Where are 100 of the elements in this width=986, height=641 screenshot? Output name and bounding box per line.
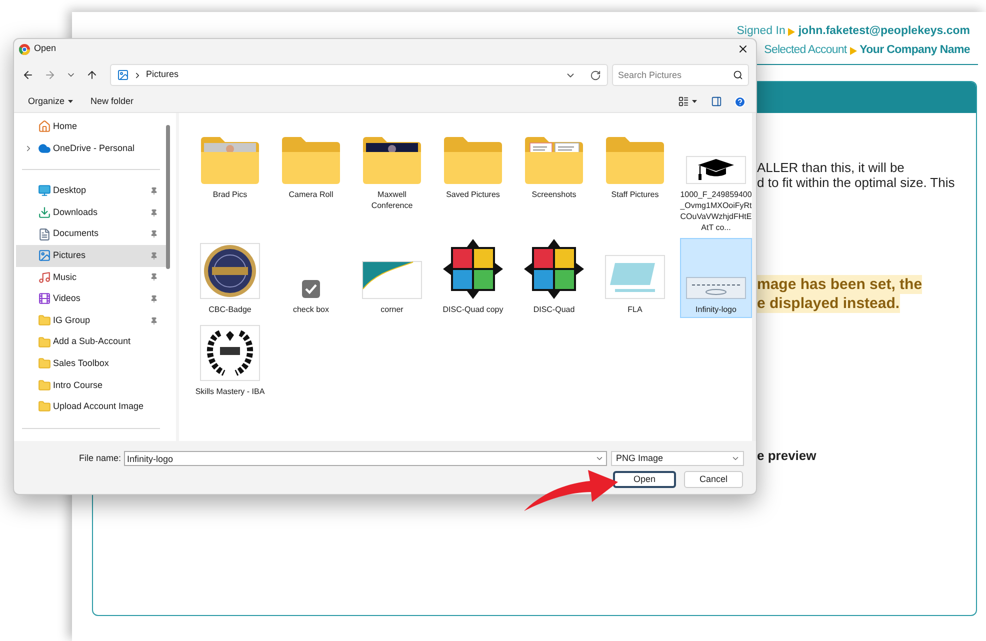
nav-item[interactable]: Documents xyxy=(16,223,166,245)
file-name: Staff Pictures xyxy=(610,189,660,200)
checkbox-icon xyxy=(301,279,321,299)
file-item[interactable]: DISC-Quad xyxy=(518,238,590,318)
file-name: DISC-Quad xyxy=(532,304,576,315)
view-icon[interactable] xyxy=(678,96,689,107)
back-icon[interactable] xyxy=(22,69,34,81)
account-name: Your Company Name xyxy=(860,43,970,58)
dialog-button[interactable]: Open xyxy=(613,471,676,488)
file-item[interactable]: corner xyxy=(356,238,428,318)
selected-account-label: Selected Account xyxy=(764,43,847,58)
nav-item[interactable]: Downloads xyxy=(16,202,166,224)
file-name: Skills Mastery - IBA xyxy=(194,386,266,397)
help-icon[interactable] xyxy=(734,96,746,108)
folder-icon xyxy=(605,136,665,184)
nav-item[interactable]: Desktop xyxy=(16,180,166,202)
pin-icon xyxy=(150,294,158,303)
card-drawing xyxy=(362,261,422,299)
file-item[interactable]: Skills Mastery - IBA xyxy=(194,320,266,400)
nav-label: Downloads xyxy=(53,206,98,219)
notice-text: mage has been set, the xyxy=(757,275,922,294)
close-icon[interactable] xyxy=(737,43,749,55)
nav-label: Sales Toolbox xyxy=(53,356,109,370)
quad-drawing xyxy=(443,239,503,299)
file-name: Camera Roll xyxy=(288,189,334,200)
file-name: 1000_F_249859400_Ovmg1MXOoiFyRtCOuVaVWzhjdFHtEAtT co... xyxy=(680,189,752,233)
folder-icon xyxy=(38,400,51,414)
file-name: Maxwell Conference xyxy=(370,189,414,211)
dialog-title: Open xyxy=(34,42,56,56)
caret-icon xyxy=(68,100,73,103)
nav-label: Desktop xyxy=(53,184,86,198)
nav-item[interactable]: IG Group xyxy=(16,310,166,332)
preview-heading: e preview xyxy=(757,448,818,463)
nav-item[interactable]: Sales Toolbox xyxy=(16,352,166,375)
file-item[interactable]: DISC-Quad copy xyxy=(437,238,509,318)
nav-label: Documents xyxy=(53,227,99,240)
nav-item[interactable]: Add a Sub-Account xyxy=(16,331,166,353)
desktop-icon xyxy=(38,184,51,198)
file-name: check box xyxy=(292,304,330,315)
file-item[interactable]: Saved Pictures xyxy=(437,123,509,236)
file-item[interactable]: Screenshots xyxy=(518,123,590,236)
file-type-select[interactable]: PNG Image xyxy=(611,451,744,466)
preview-pane-icon[interactable] xyxy=(711,96,722,107)
graduation-cap-icon xyxy=(686,156,746,184)
file-item[interactable]: Camera Roll xyxy=(275,123,347,236)
app-icon xyxy=(19,44,30,54)
nav-item[interactable]: Intro Course xyxy=(16,374,166,396)
nav-label: OneDrive - Personal xyxy=(53,142,135,155)
cloud-icon xyxy=(38,142,51,155)
nav-label: Videos xyxy=(53,292,80,306)
address-bar[interactable]: Pictures xyxy=(110,64,608,86)
notice-text: e displayed instead. xyxy=(757,294,900,313)
search-field[interactable]: Search Pictures xyxy=(612,64,749,86)
file-item[interactable]: Brad Pics xyxy=(194,123,266,236)
dropdown-icon[interactable] xyxy=(731,454,740,463)
file-item[interactable]: CBC-Badge xyxy=(194,238,266,318)
file-name-label: File name: xyxy=(78,452,122,465)
chevron-icon xyxy=(133,70,142,80)
pictures-icon xyxy=(38,249,51,262)
command-button[interactable]: Organize xyxy=(28,94,73,108)
file-name: Infinity-logo xyxy=(694,304,738,315)
folder-icon xyxy=(38,378,51,392)
home-icon xyxy=(38,120,51,134)
command-button[interactable]: New folder xyxy=(90,94,134,108)
nav-item[interactable]: Upload Account Image xyxy=(16,396,166,418)
folder-icon xyxy=(38,336,51,349)
file-item[interactable]: 1000_F_249859400_Ovmg1MXOoiFyRtCOuVaVWzhjdFHtEAtT co... xyxy=(680,123,752,236)
expand-icon[interactable] xyxy=(24,144,33,153)
file-item[interactable]: FLA xyxy=(599,238,671,318)
nav-label: Upload Account Image xyxy=(53,400,144,414)
nav-item[interactable]: Music xyxy=(16,266,166,288)
user-email: john.faketest@peoplekeys.com xyxy=(798,24,970,39)
nav-item[interactable]: Videos xyxy=(16,288,166,310)
nav-item[interactable]: OneDrive - Personal xyxy=(16,138,166,160)
search-icon[interactable] xyxy=(733,70,743,80)
nav-item[interactable]: Pictures xyxy=(16,244,166,267)
document-icon xyxy=(38,228,51,241)
document-folder-icon xyxy=(524,136,584,184)
up-icon[interactable] xyxy=(86,69,98,81)
scrollbar[interactable] xyxy=(166,125,170,269)
file-item[interactable]: Infinity-logo xyxy=(680,238,752,318)
signed-in-label: Signed In xyxy=(736,24,786,39)
file-item[interactable]: Maxwell Conference xyxy=(356,123,428,236)
refresh-icon[interactable] xyxy=(590,70,601,80)
pin-icon xyxy=(150,186,158,195)
file-name: Brad Pics xyxy=(212,189,248,200)
pin-icon xyxy=(150,273,158,282)
nav-label: IG Group xyxy=(53,314,90,327)
nav-item[interactable]: Home xyxy=(16,116,166,138)
file-item[interactable]: Staff Pictures xyxy=(599,123,671,236)
dialog-button[interactable]: Cancel xyxy=(684,471,743,488)
file-name-field[interactable]: Infinity-logo xyxy=(124,451,607,466)
address-path: Pictures xyxy=(146,68,179,82)
file-item[interactable]: check box xyxy=(275,238,347,318)
nav-label: Intro Course xyxy=(53,378,103,392)
triangle-icon xyxy=(850,46,857,54)
download-icon xyxy=(38,206,51,220)
dropdown-icon[interactable] xyxy=(595,454,604,463)
forward-icon[interactable] xyxy=(44,69,56,81)
photo-folder-icon xyxy=(362,136,422,184)
